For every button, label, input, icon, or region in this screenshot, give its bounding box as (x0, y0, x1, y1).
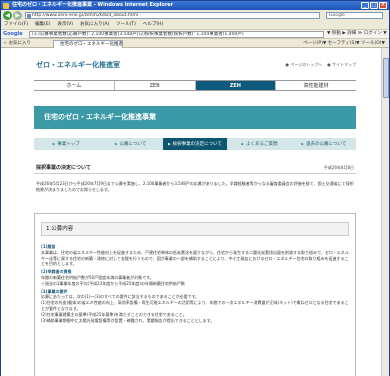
site-title[interactable]: ゼロ・エネルギー化推進室 (36, 60, 120, 70)
scrollbar-thumb[interactable] (383, 58, 389, 98)
menu-bar: ファイル(F) 編集(E) 表示(V) お気に入り(A) ツール(T) ヘルプ(… (1, 21, 389, 29)
body-paragraph: (1)住宅の外皮(躯体)の省エネ性能の向上、高効率設備・再生可能エネルギーの活用… (41, 300, 349, 311)
subnav-top[interactable]: 事業トップ (34, 138, 98, 150)
google-toolbar: Google (3.)公募事業者数(応募戸数): 2,100事業者(3,548戸… (1, 29, 389, 39)
minimize-button[interactable]: _ (361, 2, 369, 9)
page-banner: 住宅のゼロ・エネルギー化推進事業 (34, 106, 356, 129)
section-title: 1.公募内容 (41, 222, 349, 236)
browser-window: 住宅のゼロ・エネルギー化推進事業 - Windows Internet Expl… (0, 0, 390, 376)
sub-nav: 事業トップ 公募について 採択事業の決定について よくあるご質問 過去の公募につ… (34, 138, 356, 150)
vertical-scrollbar[interactable] (381, 48, 389, 376)
forward-button[interactable]: ▶ (13, 11, 22, 20)
link-page-top[interactable]: ● ページのトップへ (286, 62, 323, 68)
body-paragraph: (3)補助事業期間中に太陽光発電設備等が設置・稼働され、実績報告が提出できること… (41, 317, 215, 323)
google-search-field[interactable]: (3.)公募事業者数(応募戸数): 2,100事業者(3,548戸)(2)採択事… (29, 31, 324, 38)
favorites-button[interactable]: ☆ お気に入り (3, 40, 31, 47)
address-bar: ◀ ▶ http://www.zero-ene.jp/zeh/h26/bid_a… (1, 10, 389, 21)
menu-help[interactable]: ヘルプ(H) (143, 21, 163, 29)
tab-active[interactable]: 住宅のゼロ・エネルギー化推進事業 (53, 40, 123, 48)
title-bar: 住宅のゼロ・エネルギー化推進事業 - Windows Internet Expl… (1, 1, 389, 10)
body-paragraph: 本事業は、住宅の省エネルギー性能向上を促進するため、戸建住宅単体の低炭素化を図り… (41, 249, 349, 267)
global-nav: ホーム ZEB ZEH 高性能建材 (34, 80, 356, 91)
section-body: (1)趣旨 本事業は、住宅の省エネルギー性能向上を促進するため、戸建住宅単体の低… (41, 242, 349, 323)
google-logo: Google (3, 31, 23, 37)
page-viewport: ゼロ・エネルギー化推進室 ● ページのトップへ ● サイトマップ ホーム ZEB… (1, 48, 389, 376)
menu-edit[interactable]: 編集(E) (35, 21, 50, 29)
nav-zeb[interactable]: ZEB (115, 81, 196, 90)
back-button[interactable]: ◀ (3, 11, 12, 20)
util-links: ● ページのトップへ ● サイトマップ (286, 62, 356, 68)
tab-bar: ☆ お気に入り 住宅のゼロ・エネルギー化推進事業 ページ(P)▼ セーフティ(S… (1, 39, 389, 48)
link-sitemap[interactable]: ● サイトマップ (327, 62, 356, 68)
nav-zeh[interactable]: ZEH (195, 81, 277, 90)
page-title: 採択事業の決定について (36, 165, 91, 171)
url-field[interactable]: http://www.zero-ene.jp/zeh/h26/bid_about… (25, 12, 320, 19)
menu-tools[interactable]: ツール(T) (116, 21, 136, 29)
page-icon (27, 13, 31, 18)
menu-favorites[interactable]: お気に入り(A) (80, 21, 109, 29)
intro-text: 平成26年5月23日から平成26年7月9日まで公募を実施し、2,100事業者から… (36, 181, 354, 192)
page-date: 平成26年8月8日 (323, 165, 354, 170)
menu-file[interactable]: ファイル(F) (4, 21, 28, 29)
search-input[interactable]: Google (326, 12, 383, 19)
command-bar[interactable]: ページ(P)▼ セーフティ(S)▼ ツール(O)▼ (303, 40, 385, 47)
google-toolbar-buttons[interactable]: ▼ 移動 ▶ 詳細 ≫ ログイン ▼ (327, 30, 387, 38)
site-content: ゼロ・エネルギー化推進室 ● ページのトップへ ● サイトマップ ホーム ZEB… (34, 48, 356, 376)
window-title: 住宅のゼロ・エネルギー化推進事業 - Windows Internet Expl… (12, 2, 174, 8)
ie-app-icon (3, 2, 9, 9)
maximize-button[interactable]: □ (370, 2, 378, 9)
content-section: 1.公募内容 (1)趣旨 本事業は、住宅の省エネルギー性能向上を促進するため、戸… (34, 213, 356, 376)
subnav-about[interactable]: 公募について (98, 138, 162, 150)
body-paragraph: ＋過去の3事業年度の平均(平成23年度から平成25年度)の年間新築住宅供給戸数 (41, 280, 185, 286)
close-button[interactable]: × (379, 2, 387, 9)
window-controls: _ □ × (361, 2, 387, 9)
subnav-past[interactable]: 過去の公募について (292, 138, 356, 150)
nav-materials[interactable]: 高性能建材 (276, 81, 356, 90)
menu-view[interactable]: 表示(V) (57, 21, 73, 29)
page-heading: 採択事業の決定について 平成26年8月8日 (34, 164, 356, 174)
subnav-adoption[interactable]: 採択事業の決定について (162, 138, 228, 150)
subnav-faq[interactable]: よくあるご質問 (227, 138, 291, 150)
site-header: ゼロ・エネルギー化推進室 ● ページのトップへ ● サイトマップ (34, 52, 356, 74)
nav-home[interactable]: ホーム (34, 81, 115, 90)
